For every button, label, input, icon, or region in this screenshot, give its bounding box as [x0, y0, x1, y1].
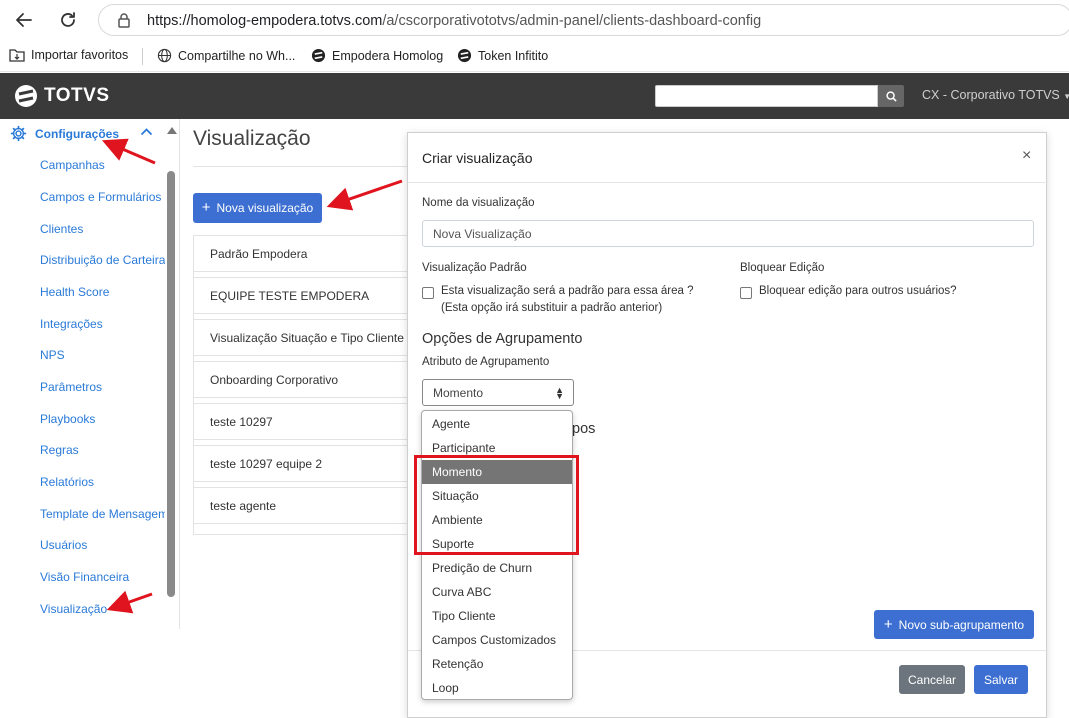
bookmark-compartilhe[interactable]: Compartilhe no Wh...	[157, 48, 295, 63]
sidebar-item-distribuicao-carteira[interactable]: Distribuição de Carteira	[40, 253, 165, 267]
totvs-logo[interactable]: TOTVS	[14, 84, 110, 108]
annotation-highlight-box	[414, 455, 579, 555]
sidebar-scrollbar-thumb[interactable]	[167, 171, 175, 597]
browser-toolbar: https://homolog-empodera.totvs.com/a/csc…	[0, 0, 1069, 40]
search-icon	[885, 90, 897, 102]
select-updown-icon: ▲ ▼	[555, 385, 564, 401]
sidebar-item-campos-formularios[interactable]: Campos e Formulários	[40, 190, 161, 204]
list-item[interactable]: Onboarding Corporativo	[193, 361, 408, 398]
scroll-up-arrow-icon[interactable]	[167, 127, 177, 134]
sidebar-section-configuracoes[interactable]: Configurações	[10, 125, 119, 142]
grouping-section-title: Opções de Agrupamento	[422, 331, 583, 347]
list-item[interactable]: Padrão Empodera	[193, 235, 408, 272]
lock-edit-label: Bloquear Edição	[740, 262, 825, 274]
sidebar-item-visualizacao[interactable]: Visualização	[40, 602, 107, 616]
grouping-options-dropdown: Agente Participante Momento Situação Amb…	[421, 410, 573, 700]
grouping-attribute-select[interactable]: Momento ▲ ▼	[422, 379, 574, 406]
sidebar-item-playbooks[interactable]: Playbooks	[40, 412, 95, 426]
header-search-button[interactable]	[878, 85, 904, 107]
dropdown-option-campos-customizados[interactable]: Campos Customizados	[422, 628, 572, 652]
caret-down-icon: ▼	[1063, 92, 1069, 101]
bookmarks-bar: Importar favoritos Compartilhe no Wh... …	[0, 40, 1069, 72]
sidebar-item-regras[interactable]: Regras	[40, 443, 79, 457]
header-search-input[interactable]	[655, 85, 878, 107]
page-title: Visualização	[193, 127, 311, 150]
reload-icon[interactable]	[56, 8, 80, 32]
sidebar-item-health-score[interactable]: Health Score	[40, 285, 109, 299]
totvs-logo-icon	[311, 48, 326, 63]
default-view-label: Visualização Padrão	[422, 262, 527, 274]
app-header: TOTVS CX - Corporativo TOTVS ▼	[0, 73, 1069, 119]
back-arrow-icon[interactable]	[12, 8, 36, 32]
globe-icon	[157, 48, 172, 63]
totvs-logo-icon	[15, 85, 37, 107]
sidebar-item-integracoes[interactable]: Integrações	[40, 317, 103, 331]
plus-icon: +	[883, 615, 893, 633]
sidebar-item-nps[interactable]: NPS	[40, 348, 65, 362]
list-item[interactable]: EQUIPE TESTE EMPODERA	[193, 277, 408, 314]
dropdown-option-curva-abc[interactable]: Curva ABC	[422, 580, 572, 604]
sidebar-item-parametros[interactable]: Parâmetros	[40, 380, 102, 394]
dropdown-option-loop[interactable]: Loop	[422, 676, 572, 700]
sidebar-item-visao-financeira[interactable]: Visão Financeira	[40, 570, 129, 584]
default-view-checkbox[interactable]	[422, 287, 434, 299]
cancel-button[interactable]: Cancelar	[899, 665, 965, 694]
grouping-attribute-label: Atributo de Agrupamento	[422, 356, 550, 368]
totvs-logo-icon	[457, 48, 472, 63]
dropdown-option-retencao[interactable]: Retenção	[422, 652, 572, 676]
sidebar-item-template-mensagem[interactable]: Template de Mensagem	[40, 507, 168, 521]
bookmark-token-infitito[interactable]: Token Infitito	[457, 48, 548, 63]
default-view-hint: (Esta opção irá substituir a padrão ante…	[441, 302, 663, 314]
lock-edit-checkbox-label: Bloquear edição para outros usuários?	[759, 285, 957, 297]
lock-icon	[117, 12, 131, 33]
bookmark-import[interactable]: Importar favoritos	[9, 48, 128, 62]
chevron-up-icon[interactable]	[140, 127, 153, 136]
url-text: https://homolog-empodera.totvs.com/a/csc…	[147, 13, 762, 29]
views-list: Padrão Empodera EQUIPE TESTE EMPODERA Vi…	[193, 235, 408, 529]
bookmark-separator	[142, 48, 143, 65]
import-bookmarks-icon	[9, 49, 25, 62]
view-name-input[interactable]: Nova Visualização	[422, 220, 1034, 247]
list-item[interactable]: teste agente	[193, 487, 408, 524]
sidebar: Configurações Campanhas Campos e Formulá…	[0, 119, 180, 629]
save-button[interactable]: Salvar	[974, 665, 1028, 694]
add-subgroup-button[interactable]: + Novo sub-agrupamento	[874, 610, 1034, 639]
dropdown-option-tipo-cliente[interactable]: Tipo Cliente	[422, 604, 572, 628]
list-item[interactable]: teste 10297	[193, 403, 408, 440]
sidebar-item-relatorios[interactable]: Relatórios	[40, 475, 94, 489]
gear-icon	[10, 125, 27, 142]
sidebar-item-campanhas[interactable]: Campanhas	[40, 158, 105, 172]
plus-icon: +	[201, 199, 211, 216]
lock-edit-checkbox[interactable]	[740, 287, 752, 299]
list-item[interactable]: teste 10297 equipe 2	[193, 445, 408, 482]
divider	[193, 166, 408, 167]
close-icon[interactable]: ×	[1022, 147, 1031, 165]
modal-header-divider	[408, 182, 1048, 183]
partially-hidden-heading: pos	[572, 421, 596, 437]
modal-title: Criar visualização	[422, 150, 533, 166]
dropdown-option-predicao-churn[interactable]: Predição de Churn	[422, 556, 572, 580]
sidebar-item-usuarios[interactable]: Usuários	[40, 538, 87, 552]
annotation-arrow-new-button	[326, 179, 403, 211]
list-item[interactable]: Visualização Situação e Tipo Cliente	[193, 319, 408, 356]
dropdown-option-agente[interactable]: Agente	[422, 412, 572, 436]
company-menu[interactable]: CX - Corporativo TOTVS ▼	[922, 88, 1069, 102]
new-view-button[interactable]: + Nova visualização	[193, 193, 322, 223]
sidebar-item-clientes[interactable]: Clientes	[40, 222, 83, 236]
bookmark-empodera-homolog[interactable]: Empodera Homolog	[311, 48, 443, 63]
default-view-checkbox-label: Esta visualização será a padrão para ess…	[441, 285, 694, 297]
view-name-label: Nome da visualização	[422, 197, 535, 209]
address-bar[interactable]: https://homolog-empodera.totvs.com/a/csc…	[98, 4, 1069, 36]
